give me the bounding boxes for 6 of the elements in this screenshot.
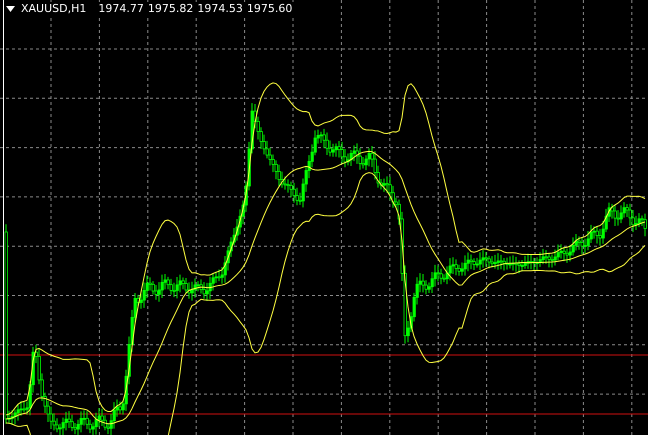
dropdown-triangle-icon[interactable]	[6, 6, 15, 12]
price-value: 1974.53	[197, 2, 243, 15]
price-value: 1975.82	[148, 2, 194, 15]
price-value: 1975.60	[246, 2, 292, 15]
price-value: 1974.77	[98, 2, 144, 15]
symbol-label: XAUUSD,H1	[21, 2, 86, 15]
